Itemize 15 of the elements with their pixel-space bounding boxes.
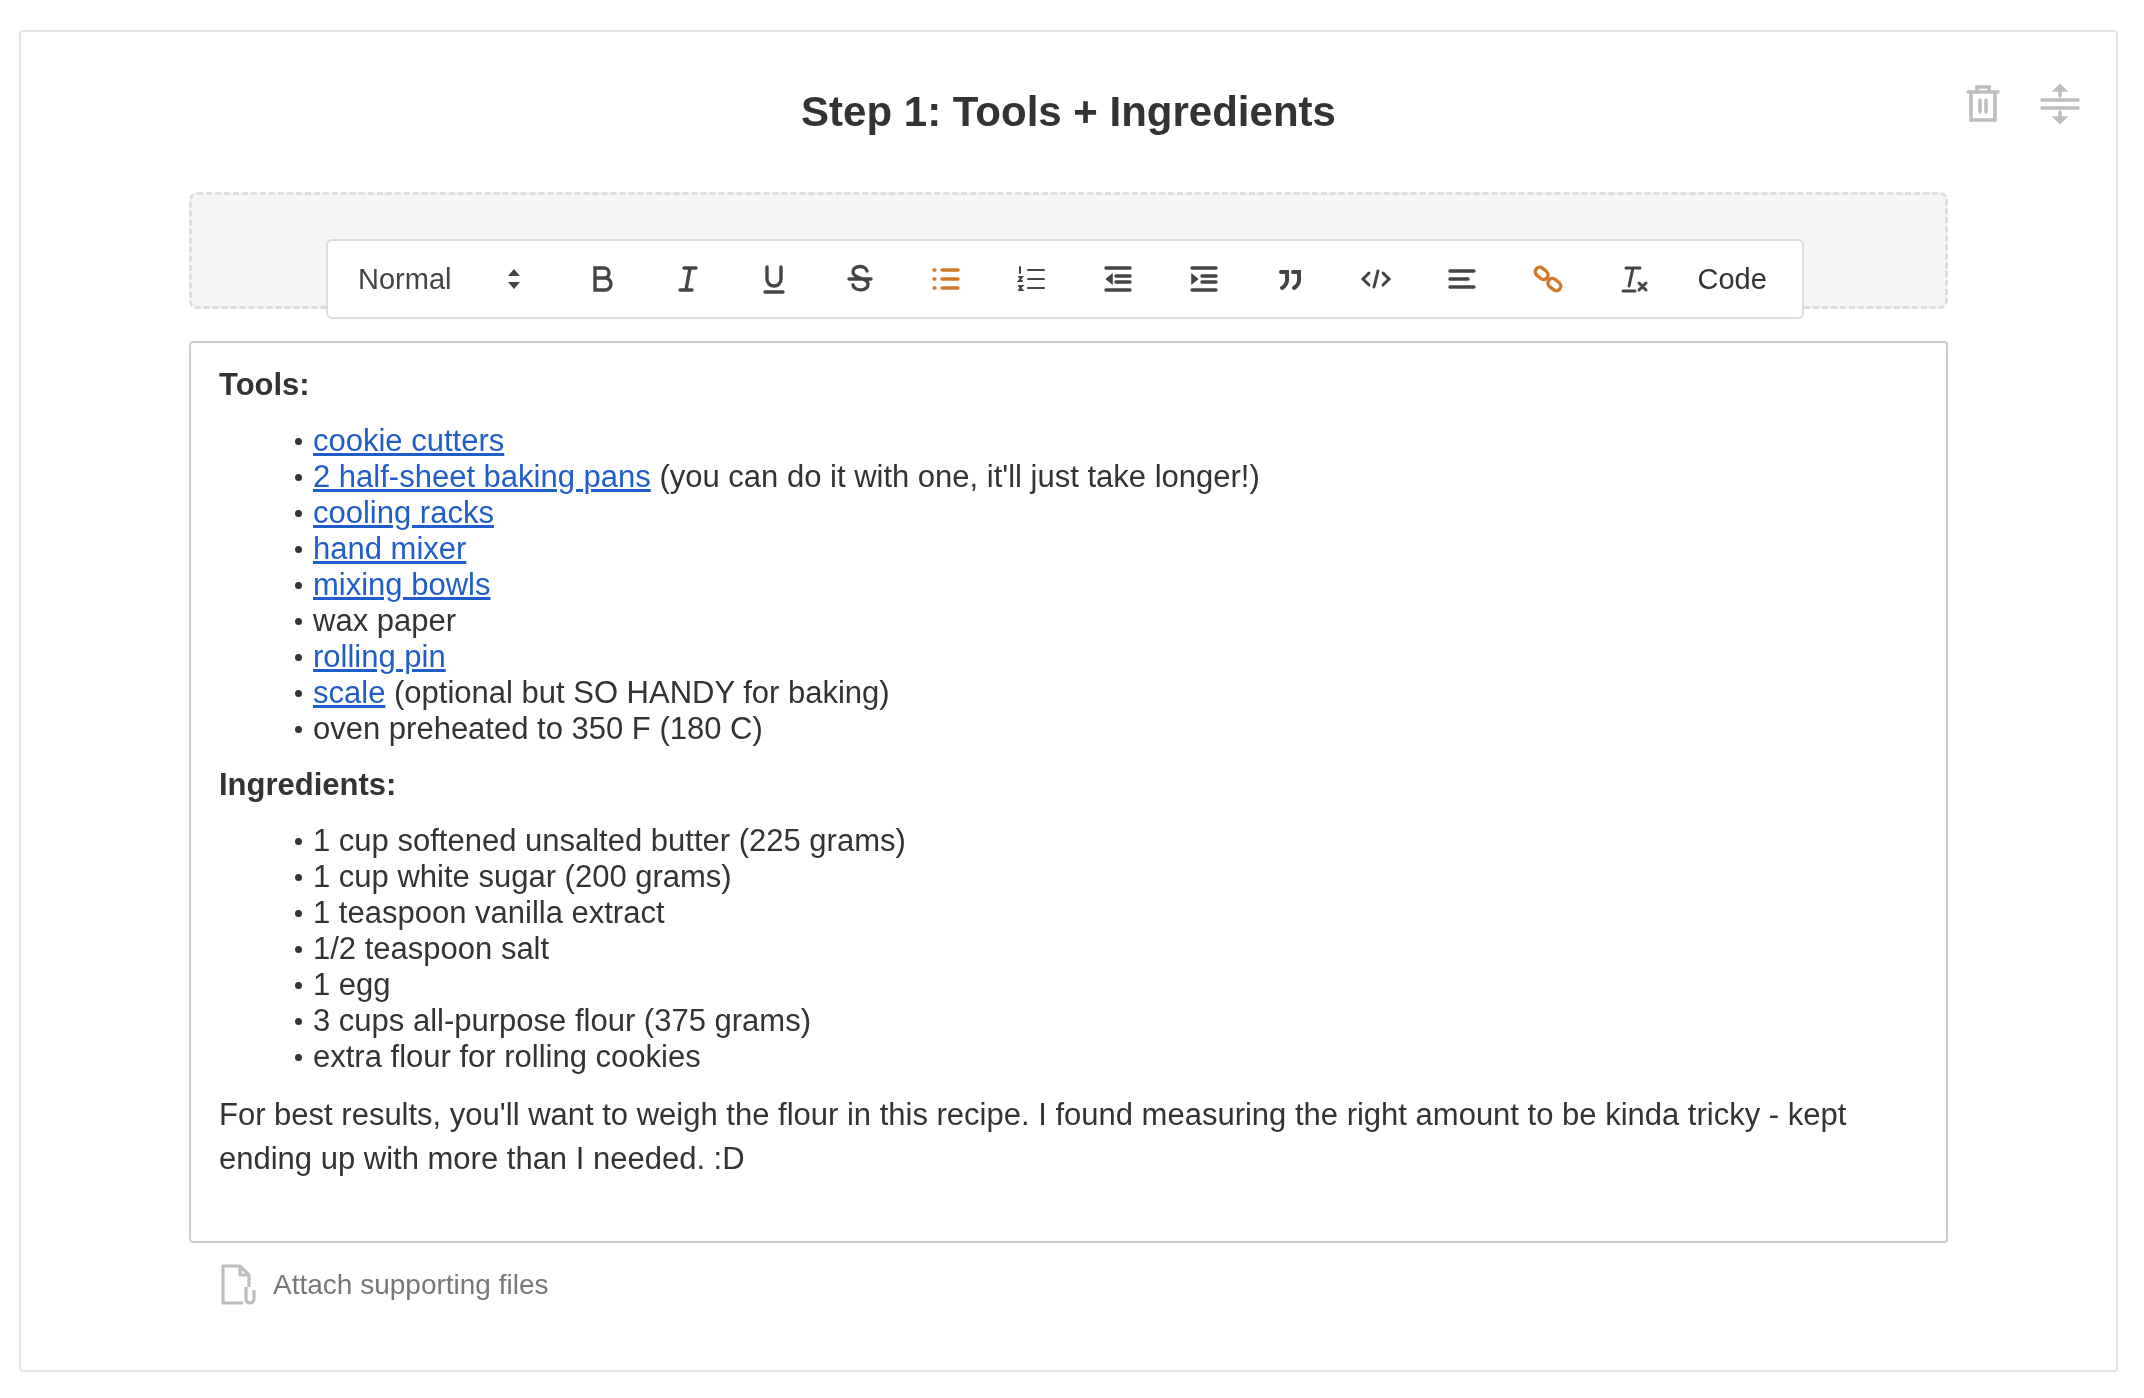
list-item-text: oven preheated to 350 F (180 C)	[313, 711, 763, 747]
list-item-text: extra flour for rolling cookies	[313, 1039, 701, 1075]
section-heading: Tools:	[219, 366, 311, 404]
list-item-text: (you can do it with one, it'll just take longer!)	[658, 459, 1260, 495]
list-item-text: 3 cups all-purpose flour (375 grams)	[313, 1003, 811, 1039]
step-title: Step 1: Tools + Ingredients	[801, 88, 1336, 136]
list-item-text: (optional but SO HANDY for baking)	[393, 675, 890, 711]
paragraph: For best results, you'll want to weigh the flour in this recipe. I found measuring the right amount to be kinda tricky - kept ending up with more than I needed. :D	[219, 1096, 1848, 1178]
section-heading: Ingredients:	[219, 766, 398, 804]
list-item-text: 1 teaspoon vanilla extract	[313, 895, 665, 931]
list-item-text: 1 cup softened unsalted butter (225 grams)	[313, 823, 906, 859]
list-item-text: 1 egg	[313, 967, 391, 1003]
list-item-text: wax paper	[313, 603, 457, 639]
list-item-text: 1 cup white sugar (200 grams)	[313, 859, 732, 895]
list-item-text: 1/2 teaspoon salt	[313, 931, 550, 967]
